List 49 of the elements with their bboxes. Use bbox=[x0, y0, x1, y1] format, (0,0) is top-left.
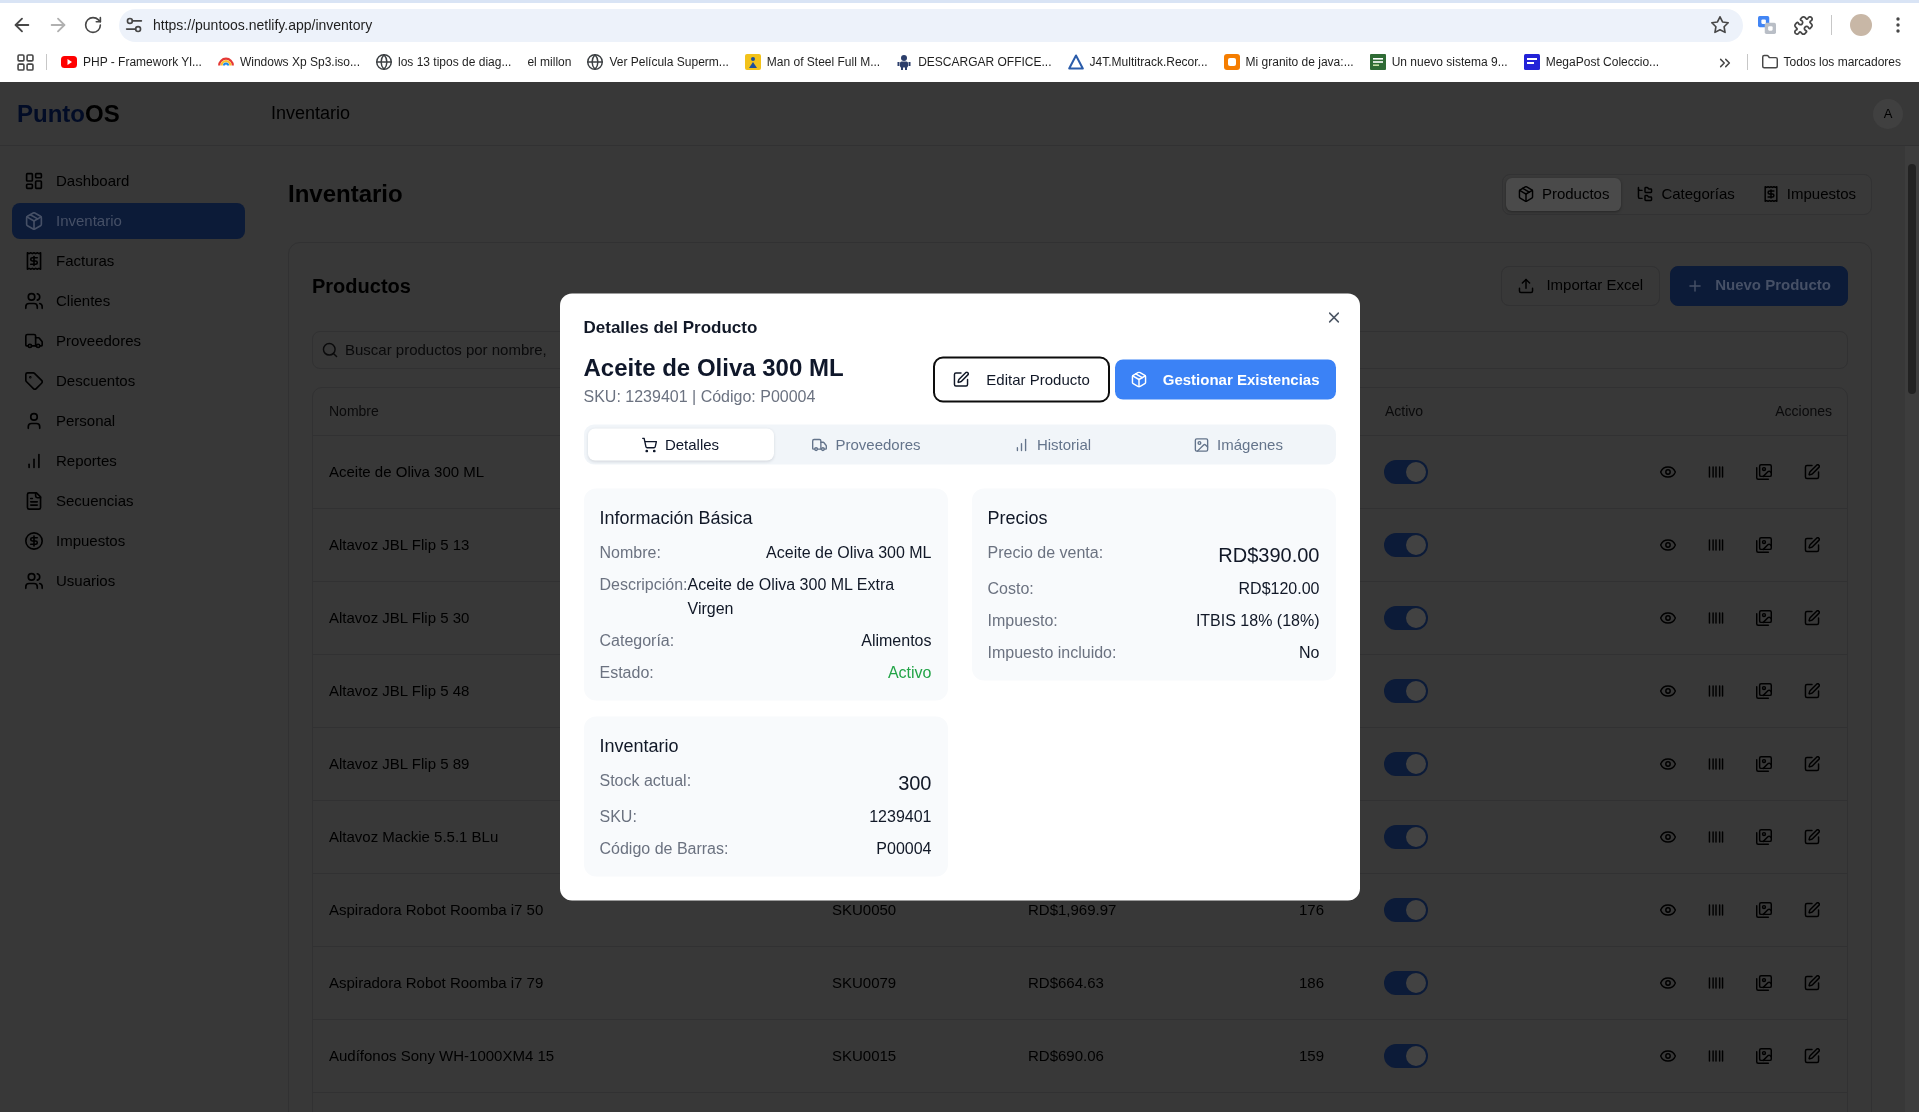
table-cell: SKU0050 bbox=[832, 900, 897, 918]
field-label: Costo: bbox=[987, 578, 1034, 599]
status-value: Activo bbox=[887, 662, 932, 683]
table-cell: Altavoz Mackie 5.5.1 BLu bbox=[329, 827, 499, 845]
field-value: 300 bbox=[898, 770, 932, 796]
table-cell: Aceite de Oliva 300 ML bbox=[329, 462, 485, 480]
card-title: Inventario bbox=[599, 734, 680, 758]
header-title: Inventario bbox=[271, 102, 351, 125]
product-name: Aceite de Oliva 300 ML bbox=[583, 352, 844, 383]
table-cell: 186 bbox=[1298, 973, 1324, 991]
field-value: P00004 bbox=[876, 838, 932, 859]
field-value: Aceite de Oliva 300 ML Extra Virgen bbox=[687, 574, 896, 619]
card-title: Información Básica bbox=[599, 506, 754, 530]
field-label: Precio de venta: bbox=[987, 542, 1104, 563]
card-title: Precios bbox=[987, 506, 1049, 530]
table-cell: RD$690.06 bbox=[1028, 1046, 1104, 1064]
table-cell: Audífonos Sony WH-1000XM4 15 bbox=[329, 1046, 555, 1064]
field-value: Alimentos bbox=[861, 630, 932, 651]
field-label: Código de Barras: bbox=[599, 838, 729, 859]
field-value: RD$120.00 bbox=[1238, 578, 1320, 599]
field-value: ITBIS 18% (18%) bbox=[1195, 610, 1320, 631]
field-value: 1239401 bbox=[869, 806, 932, 827]
field-label: Stock actual: bbox=[599, 770, 692, 791]
page-title: Inventario bbox=[288, 179, 403, 210]
field-label: Impuesto: bbox=[987, 610, 1058, 631]
table-cell: Altavoz JBL Flip 5 48 bbox=[329, 681, 470, 699]
table-cell: Altavoz JBL Flip 5 89 bbox=[329, 754, 470, 772]
field-label: Descripción: bbox=[599, 574, 688, 595]
table-cell: 159 bbox=[1298, 1046, 1324, 1064]
table-cell: Altavoz JBL Flip 5 13 bbox=[329, 535, 470, 553]
field-label: Estado: bbox=[599, 662, 654, 683]
table-cell: RD$664.63 bbox=[1028, 973, 1104, 991]
field-label: SKU: bbox=[599, 806, 637, 827]
field-label: Categoría: bbox=[599, 630, 675, 651]
table-cell: SKU0015 bbox=[832, 1046, 897, 1064]
field-label: Impuesto incluido: bbox=[987, 642, 1117, 663]
field-value: No bbox=[1299, 642, 1320, 663]
table-cell: Aspiradora Robot Roomba i7 50 bbox=[329, 900, 544, 918]
product-codes: SKU: 1239401 | Código: P00004 bbox=[583, 386, 817, 407]
dialog-title: Detalles del Producto bbox=[583, 317, 758, 338]
field-value: Aceite de Oliva 300 ML bbox=[766, 542, 932, 563]
card-title: Productos bbox=[312, 273, 411, 298]
table-cell: Altavoz JBL Flip 5 30 bbox=[329, 608, 470, 626]
table-cell: Aspiradora Robot Roomba i7 79 bbox=[329, 973, 544, 991]
field-label: Nombre: bbox=[599, 542, 661, 563]
table-cell: SKU0079 bbox=[832, 973, 897, 991]
table-cell: 176 bbox=[1298, 900, 1324, 918]
table-cell: RD$1,969.97 bbox=[1028, 900, 1117, 918]
field-value: RD$390.00 bbox=[1218, 542, 1320, 568]
